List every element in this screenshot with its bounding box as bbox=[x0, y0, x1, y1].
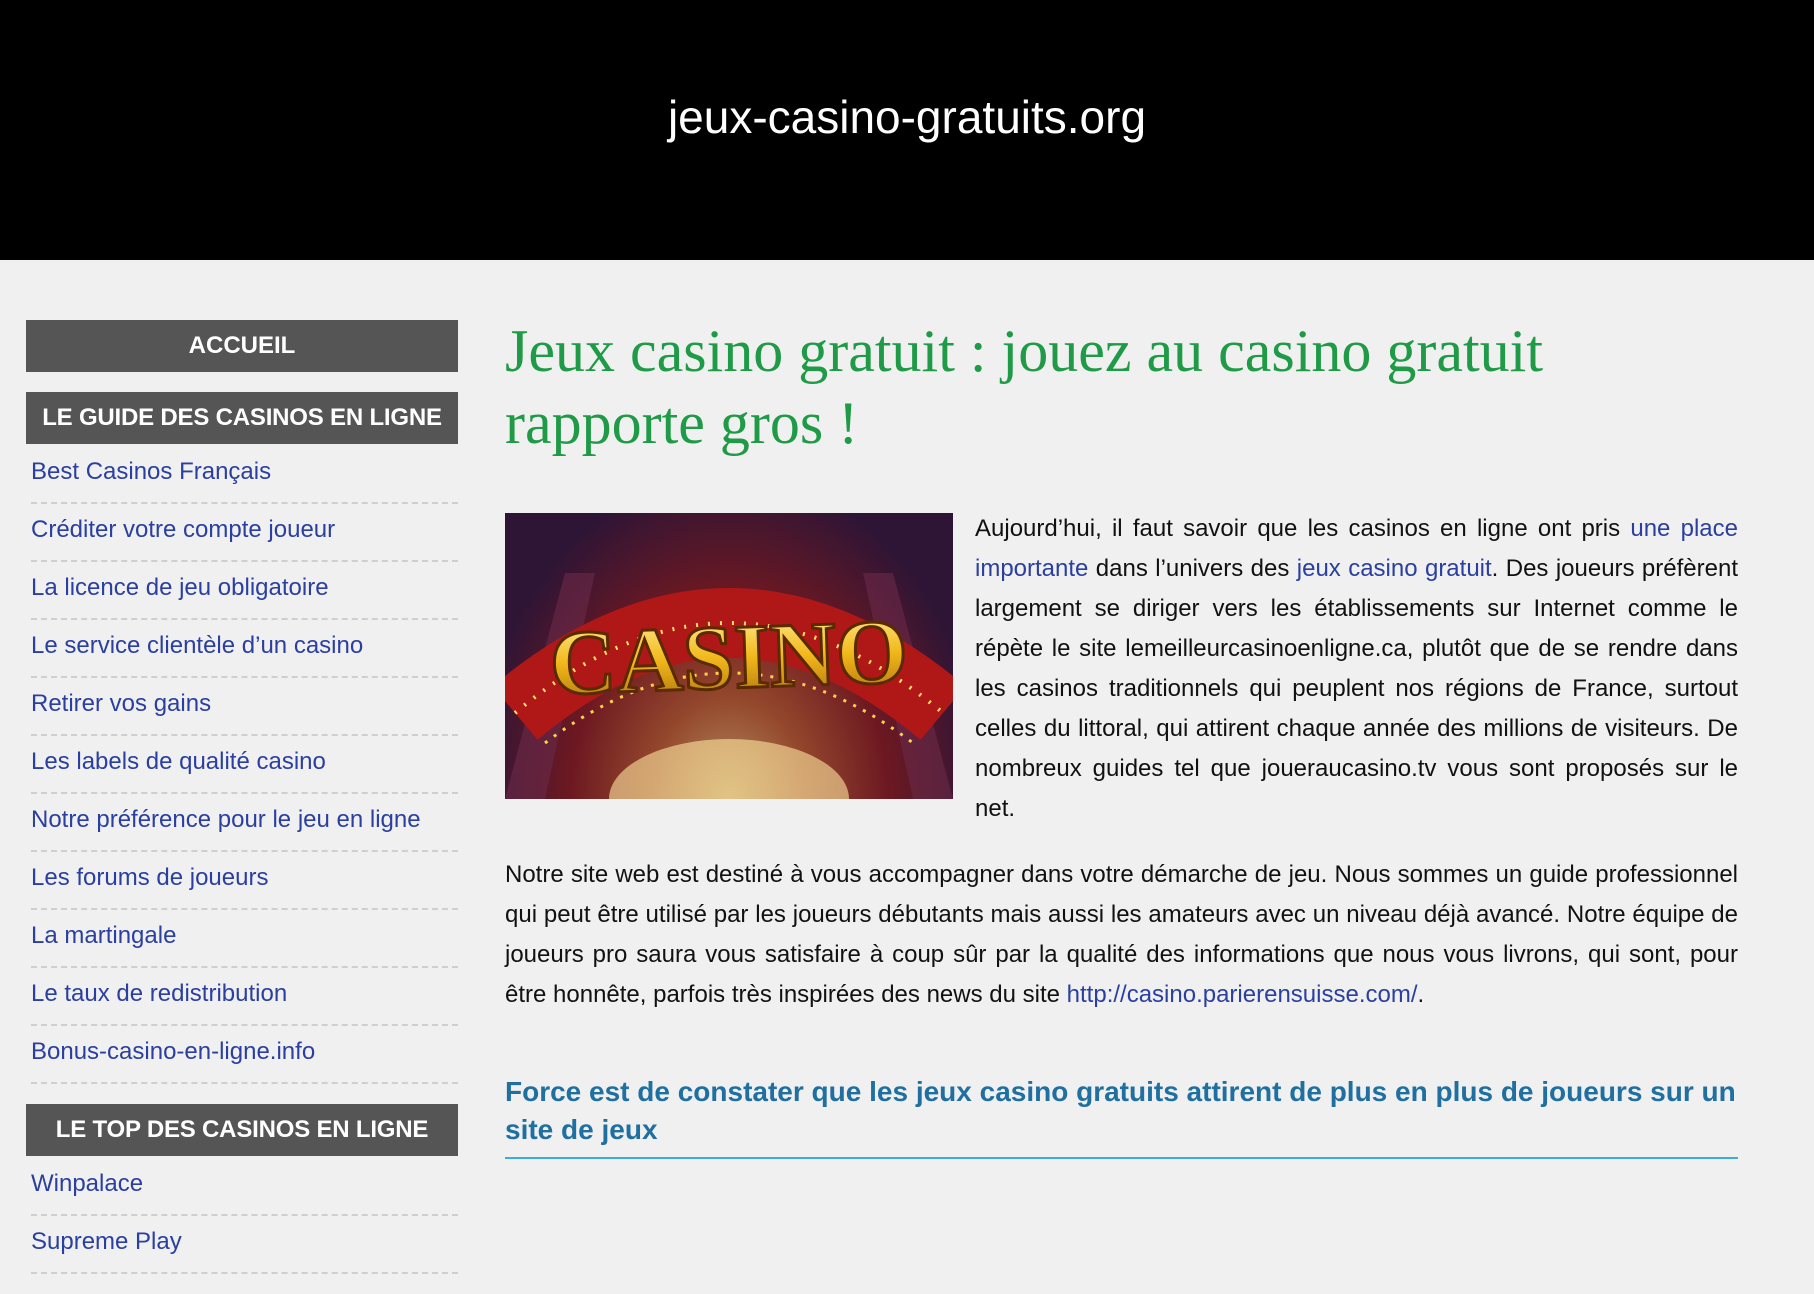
sidebar-link-supreme-play[interactable]: Supreme Play bbox=[31, 1228, 182, 1255]
list-item: Le service clientèle d’un casino bbox=[31, 622, 458, 678]
sidebar-link-taux[interactable]: Le taux de redistribution bbox=[31, 980, 287, 1007]
guide-heading: LE GUIDE DES CASINOS EN LIGNE bbox=[26, 392, 458, 444]
second-paragraph: Notre site web est destiné à vous accomp… bbox=[505, 855, 1738, 1015]
main-content: Jeux casino gratuit : jouez au casino gr… bbox=[505, 315, 1738, 1159]
sidebar-link-service[interactable]: Le service clientèle d’un casino bbox=[31, 632, 363, 659]
sidebar-link-labels[interactable]: Les labels de qualité casino bbox=[31, 748, 326, 775]
page-title: Jeux casino gratuit : jouez au casino gr… bbox=[505, 318, 1544, 456]
sidebar-link-forums[interactable]: Les forums de joueurs bbox=[31, 864, 268, 891]
intro-text-2: dans l’univers des bbox=[1088, 555, 1297, 582]
site-title[interactable]: jeux-casino-gratuits.org bbox=[668, 90, 1146, 144]
top-list: Winpalace Supreme Play bbox=[26, 1160, 458, 1274]
site-header: jeux-casino-gratuits.org bbox=[0, 0, 1814, 260]
list-item: Supreme Play bbox=[31, 1218, 458, 1274]
intro-text-1: Aujourd’hui, il faut savoir que les casi… bbox=[975, 515, 1631, 542]
guide-list: Best Casinos Français Créditer votre com… bbox=[26, 448, 458, 1084]
list-item: La licence de jeu obligatoire bbox=[31, 564, 458, 620]
sidebar-link-retirer[interactable]: Retirer vos gains bbox=[31, 690, 211, 717]
intro-paragraph: Aujourd’hui, il faut savoir que les casi… bbox=[975, 509, 1738, 829]
sidebar-link-crediter[interactable]: Créditer votre compte joueur bbox=[31, 516, 335, 543]
list-item: Retirer vos gains bbox=[31, 680, 458, 736]
sidebar-link-winpalace[interactable]: Winpalace bbox=[31, 1170, 143, 1197]
list-item: Winpalace bbox=[31, 1160, 458, 1216]
list-item: Best Casinos Français bbox=[31, 448, 458, 504]
sidebar-link-preference[interactable]: Notre préférence pour le jeu en ligne bbox=[31, 806, 421, 833]
sidebar-link-bonus[interactable]: Bonus-casino-en-ligne.info bbox=[31, 1038, 315, 1065]
list-item: Bonus-casino-en-ligne.info bbox=[31, 1028, 458, 1084]
sidebar-link-licence[interactable]: La licence de jeu obligatoire bbox=[31, 574, 329, 601]
list-item: Les labels de qualité casino bbox=[31, 738, 458, 794]
home-nav-button[interactable]: ACCUEIL bbox=[26, 320, 458, 372]
list-item: Le taux de redistribution bbox=[31, 970, 458, 1026]
casino-image: CASINO bbox=[505, 513, 953, 799]
list-item: Notre préférence pour le jeu en ligne bbox=[31, 796, 458, 852]
list-item: Créditer votre compte joueur bbox=[31, 506, 458, 562]
link-jeux-casino-gratuit[interactable]: jeux casino gratuit bbox=[1297, 555, 1492, 582]
casino-image-text: CASINO bbox=[548, 600, 909, 714]
intro-section: CASINO Aujourd’hui, il faut savoir que l… bbox=[505, 509, 1738, 829]
list-item: Les forums de joueurs bbox=[31, 854, 458, 910]
sidebar-link-martingale[interactable]: La martingale bbox=[31, 922, 176, 949]
section-subheading: Force est de constater que les jeux casi… bbox=[505, 1073, 1738, 1159]
list-item: La martingale bbox=[31, 912, 458, 968]
top-heading: LE TOP DES CASINOS EN LIGNE bbox=[26, 1104, 458, 1156]
second-text-2: . bbox=[1417, 981, 1425, 1008]
sidebar: ACCUEIL LE GUIDE DES CASINOS EN LIGNE Be… bbox=[26, 320, 458, 1294]
sidebar-link-best-casinos[interactable]: Best Casinos Français bbox=[31, 458, 271, 485]
casino-sign-graphic: CASINO bbox=[505, 513, 953, 799]
intro-text-3: . Des joueurs préfèrent largement se dir… bbox=[975, 555, 1738, 822]
link-parierensuisse[interactable]: http://casino.parierensuisse.com/ bbox=[1067, 981, 1418, 1008]
